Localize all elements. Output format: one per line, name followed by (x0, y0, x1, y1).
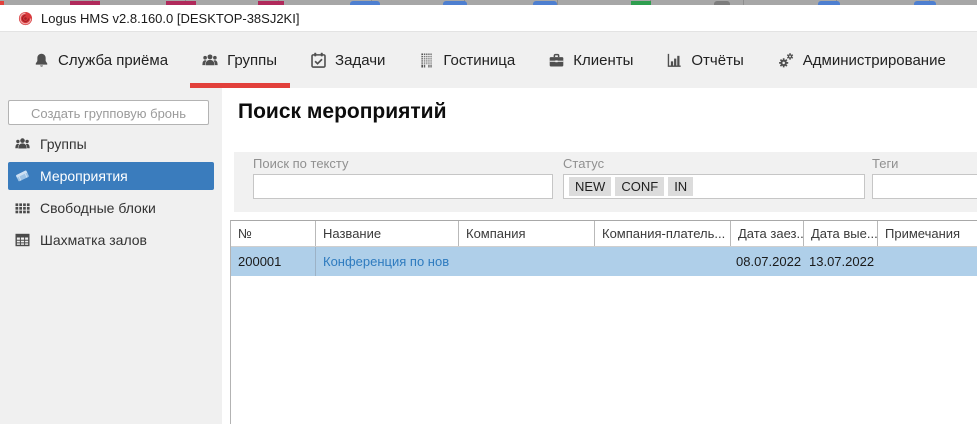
bar-chart-icon (668, 53, 682, 67)
ticket-icon (16, 170, 29, 182)
status-tags-field[interactable]: NEW CONF IN (563, 174, 865, 199)
window-titlebar[interactable]: Logus HMS v2.8.160.0 [DESKTOP-38SJ2KI] (0, 5, 977, 32)
nav-item-clients[interactable]: Клиенты (548, 52, 633, 69)
users-icon (15, 138, 30, 149)
filter-tags-group: Теги (872, 156, 977, 199)
nav-item-groups[interactable]: Группы (201, 52, 277, 69)
nav-item-administration[interactable]: Администрирование (777, 52, 946, 69)
nav-item-tasks[interactable]: Задачи (310, 52, 385, 69)
table-row[interactable]: 200001 Конференция по нов 08.07.2022 13.… (231, 247, 977, 276)
calendar-check-icon (311, 52, 326, 68)
cell-departure-date: 13.07.2022 (809, 254, 875, 269)
column-header-arrival-date[interactable]: Дата заез... (731, 221, 804, 246)
table-header-row: № Название Компания Компания-платель... … (231, 221, 977, 247)
nav-item-hotel[interactable]: Гостиница (418, 52, 515, 69)
briefcase-icon (549, 53, 564, 66)
nav-label: Гостиница (443, 51, 516, 69)
column-header-departure-date[interactable]: Дата вые... (804, 221, 878, 246)
blocks-grid-icon (15, 203, 30, 214)
status-label: Статус (563, 156, 605, 171)
nav-label: Задачи (335, 51, 386, 69)
sidebar-item-label: Группы (40, 136, 87, 152)
sidebar: Создать групповую бронь Группы Мероприят… (0, 88, 222, 424)
nav-item-reception[interactable]: Служба приёма (33, 52, 168, 69)
gears-icon (778, 52, 793, 67)
cell-notes (878, 247, 977, 276)
column-header-notes[interactable]: Примечания (878, 221, 977, 246)
nav-label: Служба приёма (58, 51, 169, 69)
sidebar-item-hall-chessboard[interactable]: Шахматка залов (8, 226, 214, 254)
search-label: Поиск по тексту (253, 156, 349, 171)
filter-bar: Поиск по тексту Статус NEW CONF IN Теги (234, 152, 977, 212)
cell-payer-company (595, 247, 731, 276)
status-tag-new[interactable]: NEW (569, 177, 612, 196)
cell-company (459, 247, 595, 276)
column-header-payer-company[interactable]: Компания-платель... (595, 221, 731, 246)
main-content: Поиск мероприятий Поиск по тексту Статус… (222, 88, 977, 424)
sidebar-item-label: Мероприятия (40, 168, 128, 184)
sidebar-item-groups[interactable]: Группы (8, 130, 214, 158)
page-title: Поиск мероприятий (238, 100, 447, 123)
tags-input[interactable] (872, 174, 977, 199)
nav-label: Группы (227, 51, 278, 69)
cell-number: 200001 (231, 247, 316, 276)
nav-label: Клиенты (573, 51, 634, 69)
cell-event-name-link[interactable]: Конференция по нов (316, 247, 459, 276)
column-header-company[interactable]: Компания (459, 221, 595, 246)
sidebar-item-free-blocks[interactable]: Свободные блоки (8, 194, 214, 222)
tags-label: Теги (872, 156, 899, 171)
column-header-name[interactable]: Название (316, 221, 459, 246)
window-title: Logus HMS v2.8.160.0 [DESKTOP-38SJ2KI] (41, 10, 300, 26)
status-tag-in[interactable]: IN (668, 177, 694, 196)
users-icon (202, 53, 218, 65)
search-input[interactable] (253, 174, 553, 199)
logus-logo-icon (18, 11, 33, 26)
nav-label: Отчёты (691, 51, 744, 69)
building-icon (421, 52, 433, 68)
filter-search-group: Поиск по тексту (253, 156, 553, 199)
sidebar-item-events[interactable]: Мероприятия (8, 162, 214, 190)
events-table: № Название Компания Компания-платель... … (230, 220, 977, 424)
nav-item-reports[interactable]: Отчёты (666, 51, 744, 69)
sidebar-item-label: Шахматка залов (40, 232, 147, 248)
status-tag-conf[interactable]: CONF (615, 177, 665, 196)
create-group-booking-button[interactable]: Создать групповую бронь (8, 100, 209, 125)
cell-arrival-date: 08.07.2022 (736, 254, 802, 269)
table-grid-icon (15, 233, 30, 247)
column-header-number[interactable]: № (231, 221, 316, 246)
nav-label: Администрирование (802, 51, 946, 69)
filter-status-group: Статус NEW CONF IN (563, 156, 865, 199)
main-navbar: Служба приёма Группы Задачи Гостиница Кл… (0, 32, 977, 88)
bell-icon (35, 53, 48, 67)
sidebar-item-label: Свободные блоки (40, 200, 156, 216)
